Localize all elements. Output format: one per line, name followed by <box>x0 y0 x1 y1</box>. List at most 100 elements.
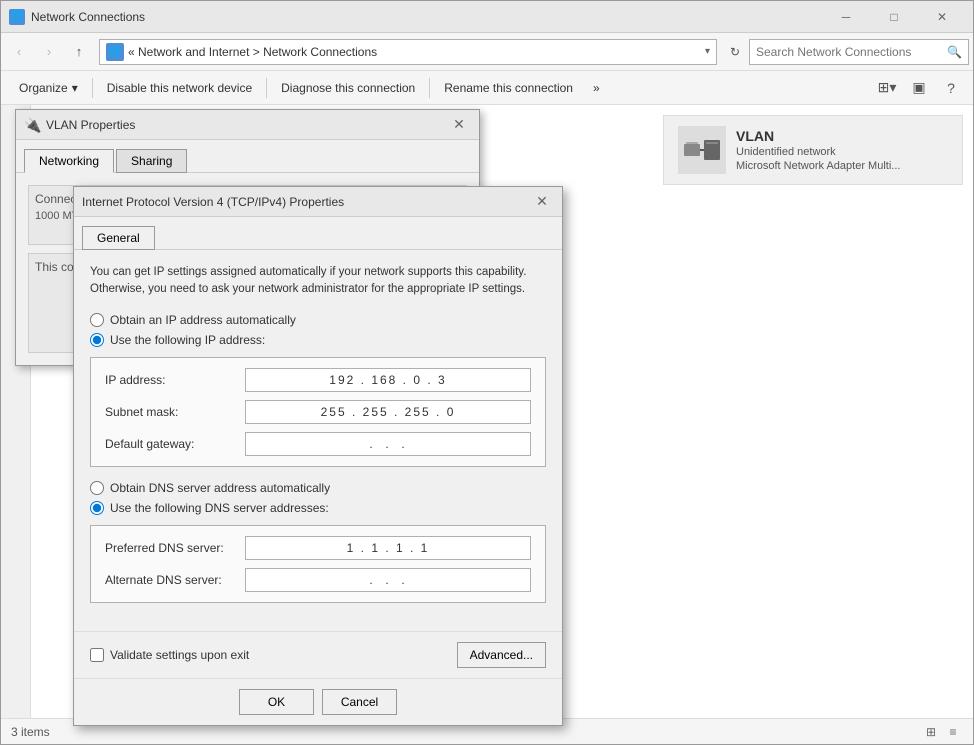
toolbar-right: ⊞ ▾ ▣ ? <box>873 74 965 102</box>
vlan-dialog-tabs: Networking Sharing <box>16 140 479 173</box>
up-button[interactable]: ↑ <box>65 38 93 66</box>
address-bar[interactable]: 🌐 « Network and Internet > Network Conne… <box>99 39 717 65</box>
item-count: 3 items <box>11 725 50 739</box>
vlan-dialog-close-button[interactable]: ✕ <box>447 113 471 137</box>
rename-button[interactable]: Rename this connection <box>434 71 583 105</box>
change-view-button[interactable]: ⊞ ▾ <box>873 74 901 102</box>
view-icon: ⊞ <box>878 79 890 96</box>
list-view-button[interactable]: ≡ <box>943 722 963 742</box>
subnet-mask-row: Subnet mask: <box>105 400 531 424</box>
ip-address-label: IP address: <box>105 373 245 387</box>
radio-manual-dns-label[interactable]: Use the following DNS server addresses: <box>90 501 546 515</box>
radio-manual-dns-text: Use the following DNS server addresses: <box>110 501 329 515</box>
advanced-button[interactable]: Advanced... <box>457 642 546 668</box>
forward-button[interactable]: › <box>35 38 63 66</box>
tab-general[interactable]: General <box>82 226 155 250</box>
tcpip-dialog-title: Internet Protocol Version 4 (TCP/IPv4) P… <box>82 195 530 209</box>
tcpip-dialog-close-button[interactable]: ✕ <box>530 190 554 214</box>
ip-radio-group: Obtain an IP address automatically Use t… <box>90 313 546 347</box>
vlan-info: VLAN Unidentified network Microsoft Netw… <box>736 128 900 172</box>
preferred-dns-row: Preferred DNS server: <box>105 536 531 560</box>
radio-manual-ip-text: Use the following IP address: <box>110 333 265 347</box>
disable-label: Disable this network device <box>107 81 252 95</box>
validate-checkbox[interactable] <box>90 648 104 662</box>
gateway-row: Default gateway: <box>105 432 531 456</box>
info-text: You can get IP settings assigned automat… <box>90 264 546 299</box>
vlan-dialog-title: VLAN Properties <box>46 118 447 132</box>
organize-chevron-icon: ▾ <box>72 81 78 95</box>
subnet-mask-input[interactable] <box>245 400 531 424</box>
pane-icon: ▣ <box>912 79 925 96</box>
address-icon: 🌐 <box>106 43 124 61</box>
nav-bar: ‹ › ↑ 🌐 « Network and Internet > Network… <box>1 33 973 71</box>
vlan-icon <box>678 126 726 174</box>
tcpip-title-bar: Internet Protocol Version 4 (TCP/IPv4) P… <box>74 187 562 217</box>
toolbar-separator-1 <box>92 78 93 98</box>
ok-cancel-area: OK Cancel <box>74 678 562 725</box>
toolbar-separator-3 <box>429 78 430 98</box>
main-window: 🌐 Network Connections ─ □ ✕ ‹ › ↑ 🌐 « Ne… <box>0 0 974 745</box>
preferred-dns-input[interactable] <box>245 536 531 560</box>
cancel-button[interactable]: Cancel <box>322 689 397 715</box>
preview-pane-button[interactable]: ▣ <box>905 74 933 102</box>
validate-label: Validate settings upon exit <box>110 648 249 662</box>
radio-manual-dns[interactable] <box>90 501 104 515</box>
alternate-dns-label: Alternate DNS server: <box>105 573 245 587</box>
radio-auto-dns-label[interactable]: Obtain DNS server address automatically <box>90 481 546 495</box>
grid-view-button[interactable]: ⊞ <box>921 722 941 742</box>
vlan-name: VLAN <box>736 128 900 144</box>
tcpip-dialog: Internet Protocol Version 4 (TCP/IPv4) P… <box>73 186 563 726</box>
radio-auto-dns[interactable] <box>90 481 104 495</box>
window-icon: 🌐 <box>9 9 25 25</box>
dns-radio-group: Obtain DNS server address automatically … <box>90 481 546 515</box>
ip-fields-box: IP address: Subnet mask: Default gateway… <box>90 357 546 467</box>
ip-address-input[interactable] <box>245 368 531 392</box>
radio-auto-dns-text: Obtain DNS server address automatically <box>110 481 330 495</box>
back-button[interactable]: ‹ <box>5 38 33 66</box>
radio-auto-ip-label[interactable]: Obtain an IP address automatically <box>90 313 546 327</box>
validate-checkbox-label[interactable]: Validate settings upon exit <box>90 648 249 662</box>
rename-label: Rename this connection <box>444 81 573 95</box>
toolbar: Organize ▾ Disable this network device D… <box>1 71 973 105</box>
help-button[interactable]: ? <box>937 74 965 102</box>
refresh-button[interactable]: ↻ <box>723 40 747 64</box>
search-icon: 🔍 <box>947 45 962 59</box>
diagnose-label: Diagnose this connection <box>281 81 415 95</box>
alternate-dns-input[interactable] <box>245 568 531 592</box>
minimize-button[interactable]: ─ <box>823 1 869 33</box>
ip-address-row: IP address: <box>105 368 531 392</box>
diagnose-button[interactable]: Diagnose this connection <box>271 71 425 105</box>
address-chevron-icon: ▾ <box>705 46 710 57</box>
organize-button[interactable]: Organize ▾ <box>9 71 88 105</box>
radio-manual-ip[interactable] <box>90 333 104 347</box>
help-icon: ? <box>947 80 955 96</box>
dns-fields-box: Preferred DNS server: Alternate DNS serv… <box>90 525 546 603</box>
status-right: ⊞ ≡ <box>921 722 963 742</box>
radio-manual-ip-label[interactable]: Use the following IP address: <box>90 333 546 347</box>
title-bar: 🌐 Network Connections ─ □ ✕ <box>1 1 973 33</box>
vlan-dialog-title-bar: 🔌 VLAN Properties ✕ <box>16 110 479 140</box>
tcpip-tabs: General <box>74 217 562 250</box>
close-button[interactable]: ✕ <box>919 1 965 33</box>
radio-auto-ip[interactable] <box>90 313 104 327</box>
search-input[interactable] <box>756 45 947 59</box>
tab-sharing[interactable]: Sharing <box>116 149 187 173</box>
ok-button[interactable]: OK <box>239 689 314 715</box>
toolbar-separator-2 <box>266 78 267 98</box>
view-chevron-icon: ▾ <box>889 79 896 96</box>
vlan-status: Unidentified network <box>736 146 900 158</box>
disable-network-button[interactable]: Disable this network device <box>97 71 262 105</box>
alternate-dns-row: Alternate DNS server: <box>105 568 531 592</box>
footer-buttons: Advanced... <box>457 642 546 668</box>
vlan-dialog-icon: 🔌 <box>24 117 40 133</box>
tcpip-content: You can get IP settings assigned automat… <box>74 250 562 631</box>
more-chevron-icon: » <box>593 81 600 95</box>
address-text: « Network and Internet > Network Connect… <box>128 45 701 59</box>
preferred-dns-label: Preferred DNS server: <box>105 541 245 555</box>
maximize-button[interactable]: □ <box>871 1 917 33</box>
tab-networking[interactable]: Networking <box>24 149 114 173</box>
gateway-label: Default gateway: <box>105 437 245 451</box>
more-button[interactable]: » <box>583 71 610 105</box>
gateway-input[interactable] <box>245 432 531 456</box>
search-bar[interactable]: 🔍 <box>749 39 969 65</box>
